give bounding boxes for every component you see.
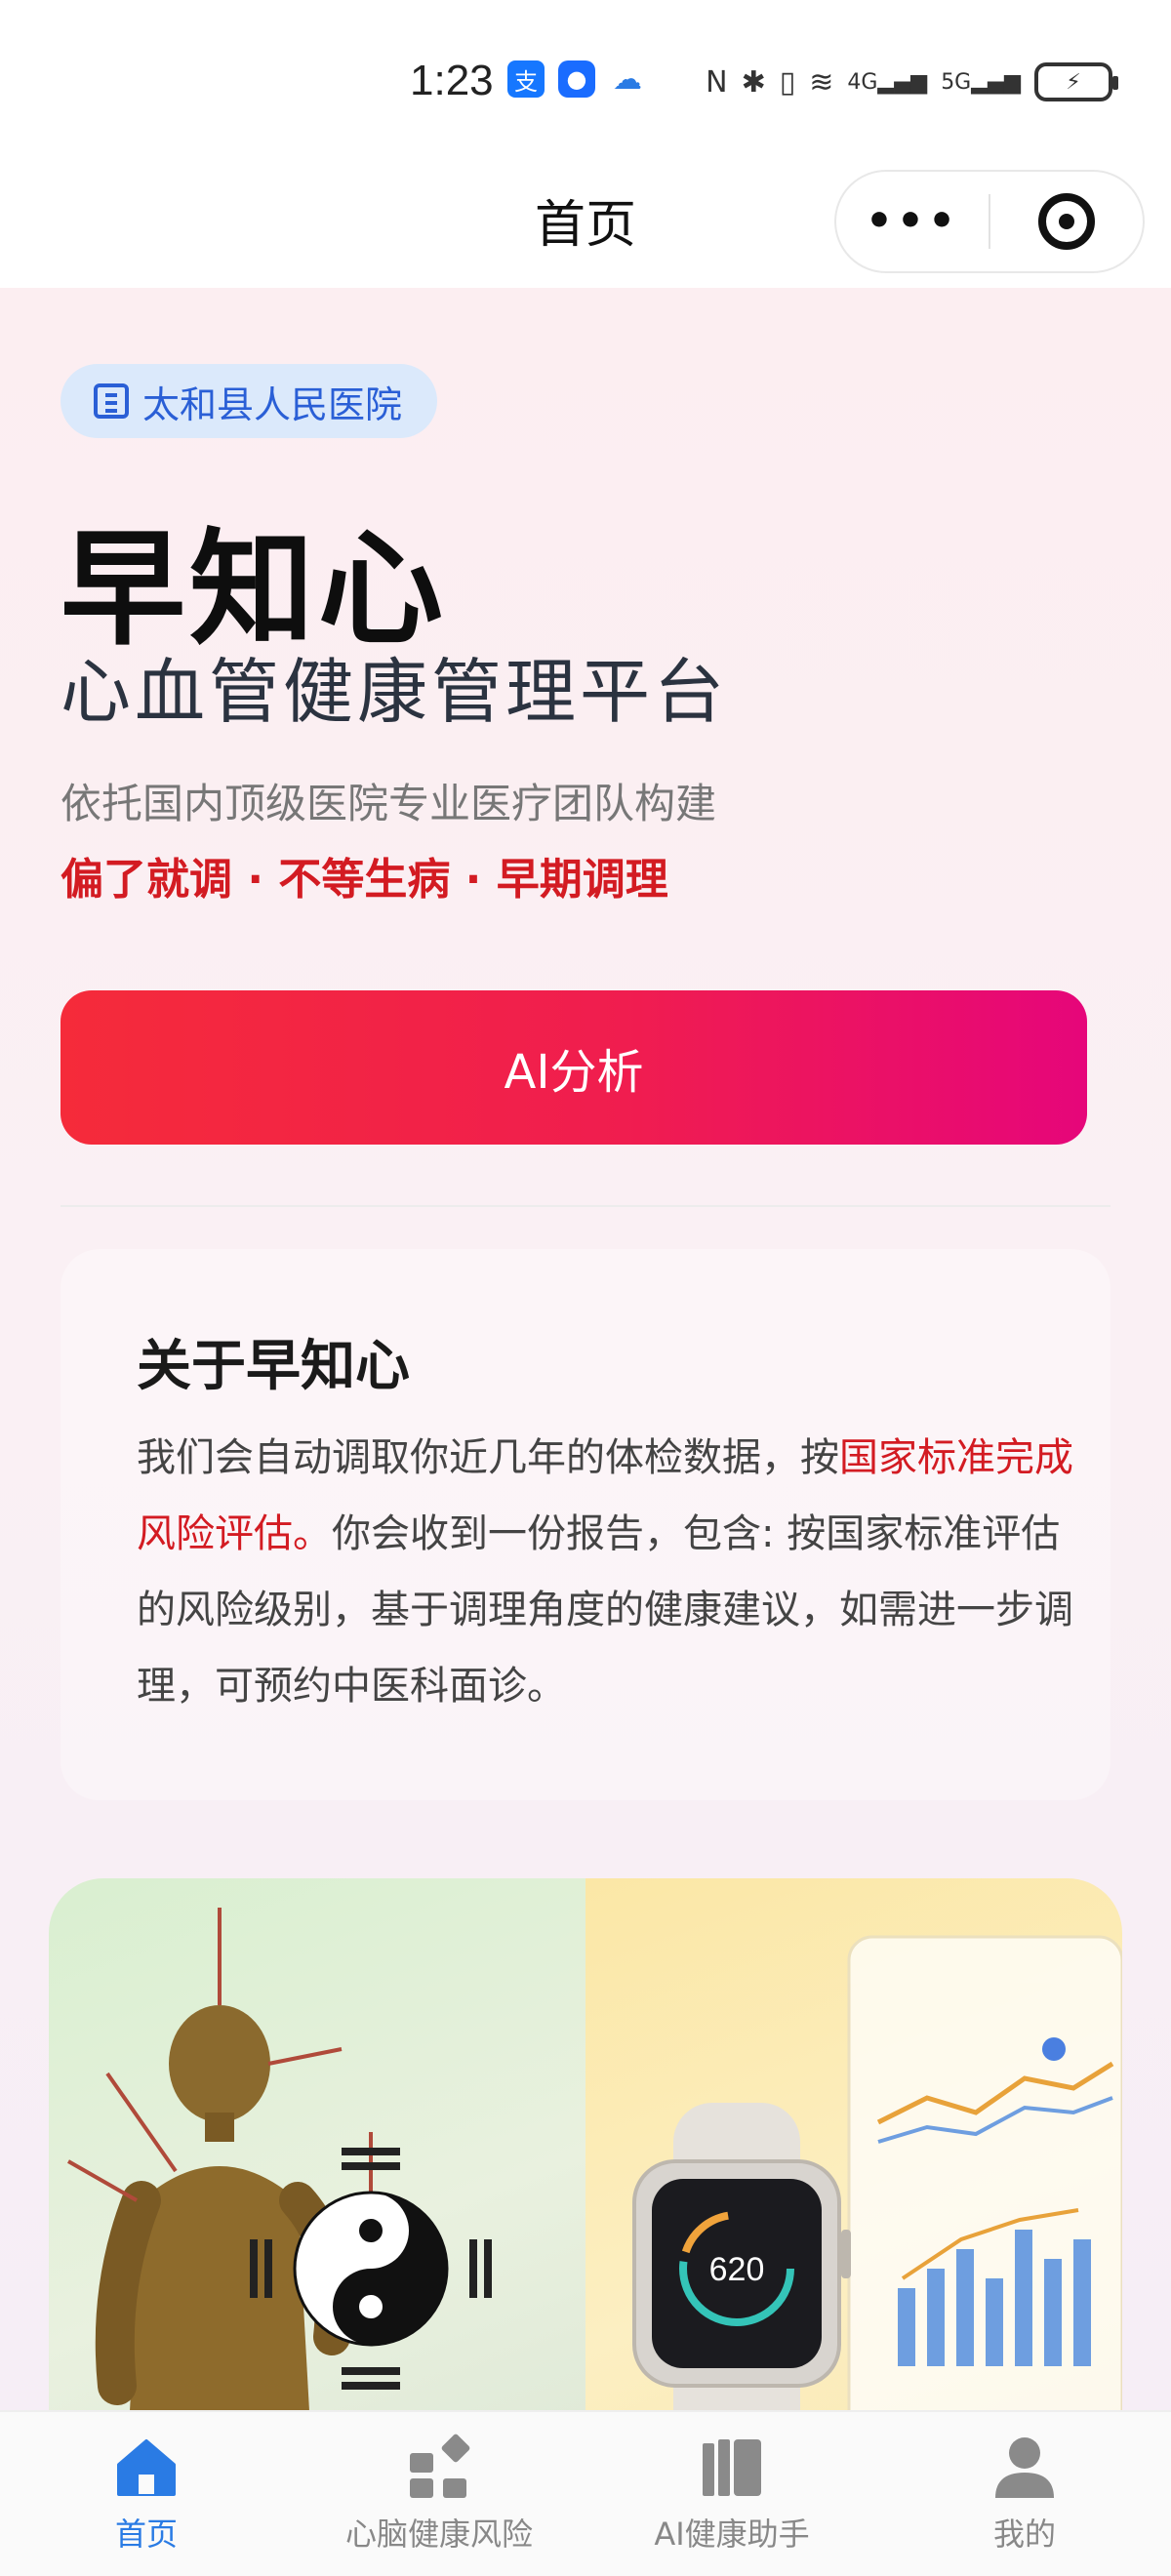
- app-notification-icon: ●: [558, 60, 595, 98]
- nav-bar: 首页 •••: [0, 156, 1171, 288]
- user-icon: [995, 2437, 1054, 2498]
- tab-me-label: 我的: [992, 2516, 1056, 2553]
- hero-slogan: 偏了就调 · 不等生病 · 早期调理: [61, 855, 668, 905]
- smartwatch-illustration: 620: [586, 1878, 1122, 2464]
- signal-5g-icon: 5G▂▄▆: [941, 69, 1021, 95]
- nfc-icon: N: [706, 64, 728, 100]
- tab-home[interactable]: 首页: [0, 2412, 293, 2576]
- brand-subtitle: 心血管健康管理平台: [61, 651, 729, 733]
- watch-reading: 620: [709, 2251, 765, 2288]
- ai-analysis-button[interactable]: AI分析: [61, 990, 1087, 1145]
- battery-icon: ⚡: [1034, 62, 1118, 101]
- target-icon: [1037, 193, 1095, 250]
- tab-ai-assistant[interactable]: AI健康助手: [586, 2412, 878, 2576]
- tcm-illustration: [49, 1878, 586, 2464]
- bluetooth-icon: ✱: [741, 64, 766, 100]
- status-time: 1:23: [410, 57, 494, 104]
- acupuncture-statue-image: [67, 1908, 492, 2464]
- about-title: 关于早知心: [137, 1335, 410, 1398]
- smartwatch-dashboard-image: 620: [632, 1935, 1122, 2464]
- book-icon: [703, 2439, 761, 2496]
- status-notification-icons: 支 ● ☁: [507, 60, 646, 98]
- signal-4g-icon: 4G▂▄▆: [847, 69, 928, 95]
- alipay-icon: 支: [507, 60, 545, 98]
- status-bar: 1:23 支 ● ☁ N ✱ ▯ ≋ 4G▂▄▆ 5G▂▄▆ ⚡: [0, 0, 1171, 156]
- about-body: 我们会自动调取你近几年的体检数据，按国家标准完成风险评估。你会收到一份报告，包含…: [137, 1420, 1093, 1724]
- cloud-icon: ☁: [613, 61, 642, 97]
- tab-heart-brain-risk[interactable]: 心脑健康风险: [293, 2412, 586, 2576]
- hospital-icon: [94, 383, 129, 419]
- tab-heart-brain-risk-label: 心脑健康风险: [344, 2516, 533, 2553]
- bottom-tab-bar: 首页 心脑健康风险 AI健康助手 我的: [0, 2410, 1171, 2576]
- promo-banner[interactable]: 620: [49, 1878, 1122, 2464]
- more-button[interactable]: •••: [836, 200, 989, 243]
- close-button[interactable]: [990, 193, 1143, 250]
- wifi-icon: ≋: [809, 64, 834, 100]
- tab-me[interactable]: 我的: [878, 2412, 1171, 2576]
- home-icon: [117, 2439, 176, 2496]
- mini-program-capsule: •••: [834, 170, 1145, 273]
- hero-description: 依托国内顶级医院专业医疗团队构建: [61, 780, 717, 827]
- hospital-badge: 太和县人民医院: [61, 364, 438, 438]
- vibrate-icon: ▯: [779, 64, 796, 100]
- about-body-text: 我们会自动调取你近几年的体检数据，按: [137, 1435, 839, 1480]
- about-card: 关于早知心 我们会自动调取你近几年的体检数据，按国家标准完成风险评估。你会收到一…: [61, 1249, 1110, 1800]
- hospital-name: 太和县人民医院: [142, 382, 403, 426]
- tab-ai-assistant-label: AI健康助手: [654, 2516, 810, 2553]
- status-system-icons: N ✱ ▯ ≋ 4G▂▄▆ 5G▂▄▆ ⚡: [706, 62, 1118, 101]
- tab-home-label: 首页: [114, 2516, 178, 2553]
- grid-icon: [410, 2434, 470, 2498]
- divider: [61, 1205, 1110, 1207]
- main-content: 太和县人民医院 早知心 心血管健康管理平台 依托国内顶级医院专业医疗团队构建 偏…: [0, 288, 1171, 2464]
